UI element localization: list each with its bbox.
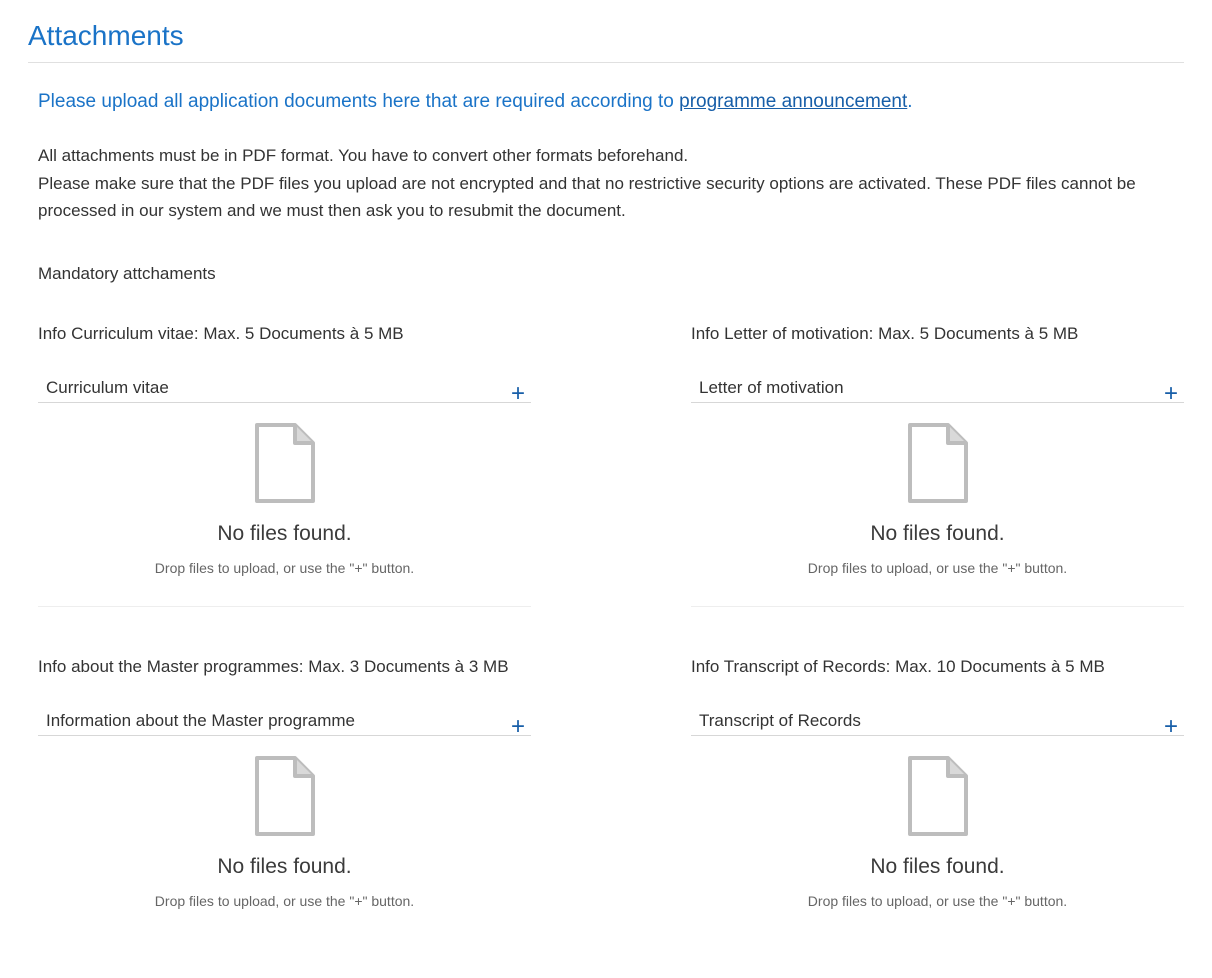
upload-info: Info Transcript of Records: Max. 10 Docu…	[691, 657, 1184, 677]
file-icon	[906, 423, 970, 505]
dropzone[interactable]: No files found. Drop files to upload, or…	[38, 736, 531, 939]
upload-block-master-info: Info about the Master programmes: Max. 3…	[38, 657, 531, 939]
file-icon	[906, 756, 970, 838]
upload-header: Transcript of Records +	[691, 707, 1184, 736]
instruction-line: Please upload all application documents …	[28, 91, 1184, 113]
dropzone[interactable]: No files found. Drop files to upload, or…	[691, 736, 1184, 939]
instruction-suffix: .	[907, 91, 912, 112]
drop-hint: Drop files to upload, or use the "+" but…	[48, 893, 521, 909]
upload-info: Info about the Master programmes: Max. 3…	[38, 657, 531, 677]
empty-text: No files found.	[701, 855, 1174, 879]
add-file-button[interactable]: +	[1164, 715, 1184, 739]
upload-title: Information about the Master programme	[46, 711, 355, 731]
add-file-button[interactable]: +	[511, 715, 531, 739]
upload-header: Curriculum vitae +	[38, 374, 531, 403]
drop-hint: Drop files to upload, or use the "+" but…	[48, 560, 521, 576]
upload-block-motivation: Info Letter of motivation: Max. 5 Docume…	[691, 324, 1184, 607]
file-icon	[253, 423, 317, 505]
upload-info: Info Letter of motivation: Max. 5 Docume…	[691, 324, 1184, 344]
upload-grid: Info Curriculum vitae: Max. 5 Documents …	[28, 324, 1184, 939]
dropzone[interactable]: No files found. Drop files to upload, or…	[691, 403, 1184, 607]
empty-text: No files found.	[701, 522, 1174, 546]
upload-title: Curriculum vitae	[46, 378, 169, 398]
section-title: Attachments	[28, 20, 1184, 52]
upload-header: Letter of motivation +	[691, 374, 1184, 403]
upload-block-cv: Info Curriculum vitae: Max. 5 Documents …	[38, 324, 531, 607]
add-file-button[interactable]: +	[511, 382, 531, 406]
file-icon	[253, 756, 317, 838]
drop-hint: Drop files to upload, or use the "+" but…	[701, 893, 1174, 909]
drop-hint: Drop files to upload, or use the "+" but…	[701, 560, 1174, 576]
add-file-button[interactable]: +	[1164, 382, 1184, 406]
upload-info: Info Curriculum vitae: Max. 5 Documents …	[38, 324, 531, 344]
paragraph-1: All attachments must be in PDF format. Y…	[38, 143, 1184, 169]
empty-text: No files found.	[48, 522, 521, 546]
upload-block-transcript: Info Transcript of Records: Max. 10 Docu…	[691, 657, 1184, 939]
programme-announcement-link[interactable]: programme announcement	[679, 91, 907, 112]
body-text: All attachments must be in PDF format. Y…	[28, 143, 1184, 224]
empty-text: No files found.	[48, 855, 521, 879]
upload-header: Information about the Master programme +	[38, 707, 531, 736]
instruction-prefix: Please upload all application documents …	[38, 91, 679, 112]
divider	[28, 62, 1184, 63]
mandatory-heading: Mandatory attchaments	[28, 264, 1184, 284]
dropzone[interactable]: No files found. Drop files to upload, or…	[38, 403, 531, 607]
upload-title: Letter of motivation	[699, 378, 844, 398]
paragraph-2: Please make sure that the PDF files you …	[38, 171, 1184, 224]
upload-title: Transcript of Records	[699, 711, 861, 731]
